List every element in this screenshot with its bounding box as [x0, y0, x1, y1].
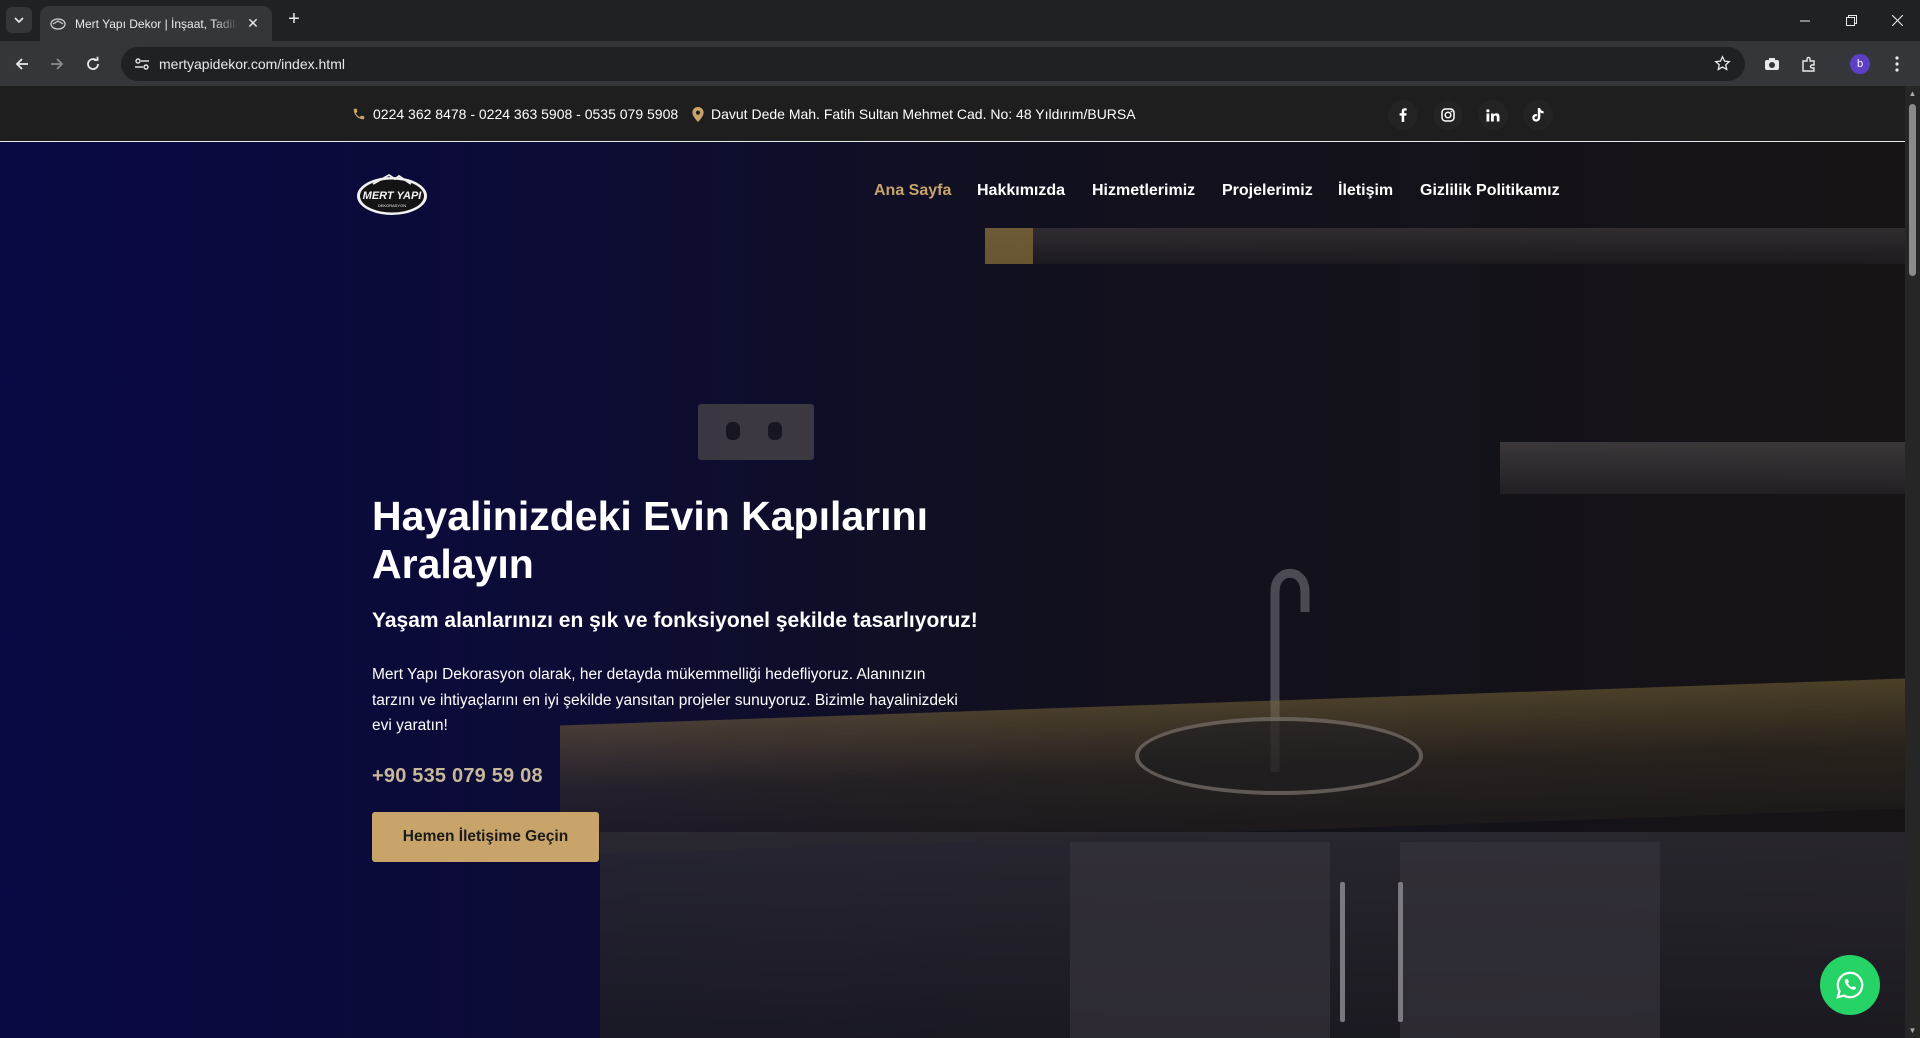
site-info-icon[interactable]	[133, 55, 151, 73]
nav-home[interactable]: Ana Sayfa	[874, 182, 951, 200]
page-scrollbar[interactable]: ▲ ▼	[1905, 86, 1920, 1038]
tab-title: Mert Yapı Dekor | İnşaat, Tadilat	[75, 16, 238, 31]
extensions-button[interactable]	[1796, 51, 1822, 77]
facebook-link[interactable]	[1388, 100, 1418, 130]
browser-tabstrip: Mert Yapı Dekor | İnşaat, Tadilat ✕ +	[0, 0, 1920, 41]
browser-tab-active[interactable]: Mert Yapı Dekor | İnşaat, Tadilat ✕	[40, 6, 272, 41]
arrow-right-icon	[51, 58, 64, 70]
nav-privacy[interactable]: Gizlilik Politikamız	[1420, 182, 1560, 200]
profile-button[interactable]: b	[1847, 51, 1873, 77]
phone-icon	[353, 108, 365, 120]
tab-close-icon[interactable]: ✕	[244, 15, 262, 32]
chevron-down-icon	[14, 17, 24, 24]
top-info-bar: 0224 362 8478 - 0224 363 5908 - 0535 079…	[0, 86, 1905, 142]
kebab-menu-icon	[1895, 56, 1899, 72]
background-cabinet-door	[1400, 842, 1660, 1038]
instagram-icon	[1441, 108, 1455, 122]
logo-text: MERT YAPI	[363, 190, 423, 202]
linkedin-icon	[1486, 108, 1500, 121]
browser-menu-button[interactable]	[1884, 51, 1910, 77]
close-icon	[1891, 15, 1903, 26]
address-bar[interactable]: mertyapidekor.com/index.html	[121, 47, 1745, 81]
topbar-address: Davut Dede Mah. Fatih Sultan Mehmet Cad.…	[692, 106, 1136, 122]
background-cabinet-handle	[1340, 882, 1345, 1022]
nav-about[interactable]: Hakkımızda	[977, 182, 1065, 200]
page-viewport: 0224 362 8478 - 0224 363 5908 - 0535 079…	[0, 86, 1905, 1038]
scrollbar-thumb[interactable]	[1909, 104, 1916, 276]
reload-button[interactable]	[80, 51, 106, 77]
hero-description: Mert Yapı Dekorasyon olarak, her detayda…	[372, 666, 958, 734]
topbar-phones-text: 0224 362 8478 - 0224 363 5908 - 0535 079…	[373, 106, 679, 122]
contact-cta-button[interactable]: Hemen İletişime Geçin	[372, 812, 599, 862]
camera-icon	[1765, 58, 1779, 70]
reload-icon	[87, 56, 99, 70]
logo-subtext: DEKORASYON	[378, 203, 406, 208]
site-logo[interactable]: MERT YAPI DEKORASYON	[355, 168, 429, 218]
avatar: b	[1850, 54, 1870, 74]
background-shelf-end	[985, 228, 1033, 264]
nav-contact[interactable]: İletişim	[1338, 182, 1393, 200]
tab-search-button[interactable]	[6, 7, 32, 33]
topbar-address-text: Davut Dede Mah. Fatih Sultan Mehmet Cad.…	[711, 106, 1136, 122]
bookmark-star-icon[interactable]	[1714, 55, 1731, 77]
hero-phone-link[interactable]: +90 535 079 59 08	[372, 765, 543, 788]
arrow-left-icon	[15, 58, 28, 70]
forward-button[interactable]	[44, 51, 70, 77]
new-tab-button[interactable]: +	[282, 8, 306, 31]
facebook-icon	[1399, 108, 1407, 122]
linkedin-link[interactable]	[1478, 100, 1508, 130]
background-shelf	[985, 228, 1905, 264]
background-shelf	[1500, 442, 1905, 494]
hero-section: MERT YAPI DEKORASYON Ana Sayfa Hakkımızd…	[0, 142, 1905, 1038]
topbar-phone[interactable]: 0224 362 8478 - 0224 363 5908 - 0535 079…	[352, 106, 678, 122]
browser-toolbar: mertyapidekor.com/index.html b	[0, 41, 1920, 86]
background-socket	[698, 404, 814, 460]
background-sink	[1135, 717, 1423, 795]
nav-projects[interactable]: Projelerimiz	[1222, 182, 1313, 200]
nav-services[interactable]: Hizmetlerimiz	[1092, 182, 1195, 200]
map-pin-icon	[692, 106, 704, 122]
puzzle-icon	[1802, 56, 1815, 72]
tiktok-link[interactable]	[1523, 100, 1553, 130]
back-button[interactable]	[9, 51, 35, 77]
close-window-button[interactable]	[1874, 0, 1920, 41]
url-text[interactable]: mertyapidekor.com/index.html	[159, 56, 345, 72]
minimize-button[interactable]	[1782, 0, 1828, 41]
instagram-link[interactable]	[1433, 100, 1463, 130]
background-cabinet-handle	[1398, 882, 1403, 1022]
hero-title: Hayalinizdeki Evin Kapılarını Aralayın	[372, 493, 928, 587]
restore-button[interactable]	[1828, 0, 1874, 41]
camera-extension-button[interactable]	[1759, 51, 1785, 77]
site-favicon-icon	[50, 16, 66, 32]
tiktok-icon	[1532, 108, 1544, 122]
hero-subtitle: Yaşam alanlarınızı en şık ve fonksiyonel…	[372, 609, 978, 632]
whatsapp-button[interactable]	[1820, 955, 1880, 1015]
minimize-icon	[1800, 20, 1810, 21]
whatsapp-icon	[1836, 971, 1864, 999]
scroll-up-arrow-icon[interactable]: ▲	[1908, 89, 1917, 98]
restore-icon	[1845, 15, 1857, 26]
background-cabinet-door	[1070, 842, 1330, 1038]
scroll-down-arrow-icon[interactable]: ▼	[1908, 1026, 1917, 1035]
